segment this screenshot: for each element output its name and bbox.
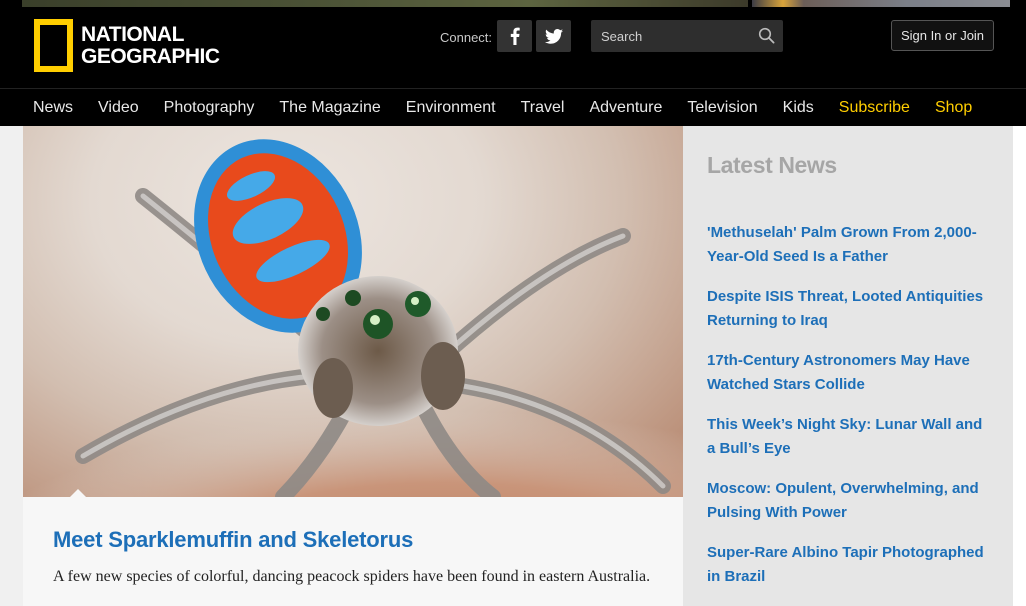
latest-news-list: 'Methuselah' Palm Grown From 2,000-Year-… — [707, 221, 987, 605]
nav-item-travel[interactable]: Travel — [521, 99, 565, 117]
nav-item-environment[interactable]: Environment — [406, 99, 496, 117]
top-ad-strip — [0, 0, 1026, 8]
nat-geo-logo[interactable]: NATIONAL GEOGRAPHIC — [34, 19, 220, 72]
nav-item-photography[interactable]: Photography — [164, 99, 255, 117]
nav-item-subscribe[interactable]: Subscribe — [839, 99, 910, 117]
connect-label: Connect: — [440, 30, 493, 45]
main-nav: News Video Photography The Magazine Envi… — [0, 88, 1026, 126]
news-link[interactable]: 'Methuselah' Palm Grown From 2,000-Year-… — [707, 221, 987, 269]
nav-item-television[interactable]: Television — [687, 99, 757, 117]
main-content: Meet Sparklemuffin and Skeletorus A few … — [0, 126, 1026, 606]
nav-item-the-magazine[interactable]: The Magazine — [279, 99, 380, 117]
hero-image[interactable] — [23, 126, 683, 497]
facebook-button[interactable] — [497, 20, 532, 52]
news-link[interactable]: Despite ISIS Threat, Looted Antiquities … — [707, 285, 987, 333]
logo-line-2: GEOGRAPHIC — [81, 44, 220, 68]
peacock-spider-photo — [23, 139, 683, 497]
hero-pointer-icon — [70, 489, 86, 497]
nav-item-video[interactable]: Video — [98, 99, 139, 117]
twitter-button[interactable] — [536, 20, 571, 52]
logo-wordmark: NATIONAL GEOGRAPHIC — [81, 22, 220, 68]
ad-banner-right[interactable] — [752, 0, 1010, 7]
article-dek: A few new species of colorful, dancing p… — [53, 568, 651, 585]
news-link[interactable]: 17th-Century Astronomers May Have Watche… — [707, 349, 987, 397]
search-icon[interactable] — [758, 27, 775, 44]
twitter-icon — [544, 28, 563, 44]
nav-item-adventure[interactable]: Adventure — [589, 99, 662, 117]
article-headline[interactable]: Meet Sparklemuffin and Skeletorus — [53, 527, 413, 553]
nav-item-news[interactable]: News — [33, 99, 73, 117]
nav-item-shop[interactable]: Shop — [935, 99, 972, 117]
latest-news-sidebar: Latest News 'Methuselah' Palm Grown From… — [683, 126, 1013, 606]
ad-banner-left[interactable] — [22, 0, 748, 7]
news-link[interactable]: Super-Rare Albino Tapir Photographed in … — [707, 541, 987, 589]
latest-news-title: Latest News — [707, 152, 837, 178]
featured-article: Meet Sparklemuffin and Skeletorus A few … — [23, 497, 683, 606]
page-gutter — [1013, 126, 1026, 606]
sign-in-button[interactable]: Sign In or Join — [891, 20, 994, 51]
logo-line-1: NATIONAL — [81, 22, 184, 46]
news-link[interactable]: Moscow: Opulent, Overwhelming, and Pulsi… — [707, 477, 987, 525]
facebook-icon — [510, 27, 520, 45]
nav-item-kids[interactable]: Kids — [783, 99, 814, 117]
search-box — [591, 20, 783, 52]
search-input[interactable] — [591, 20, 751, 52]
yellow-border-icon — [34, 19, 73, 72]
news-link[interactable]: This Week’s Night Sky: Lunar Wall and a … — [707, 413, 987, 461]
site-header: NATIONAL GEOGRAPHIC Connect: Sign In or … — [0, 8, 1026, 88]
